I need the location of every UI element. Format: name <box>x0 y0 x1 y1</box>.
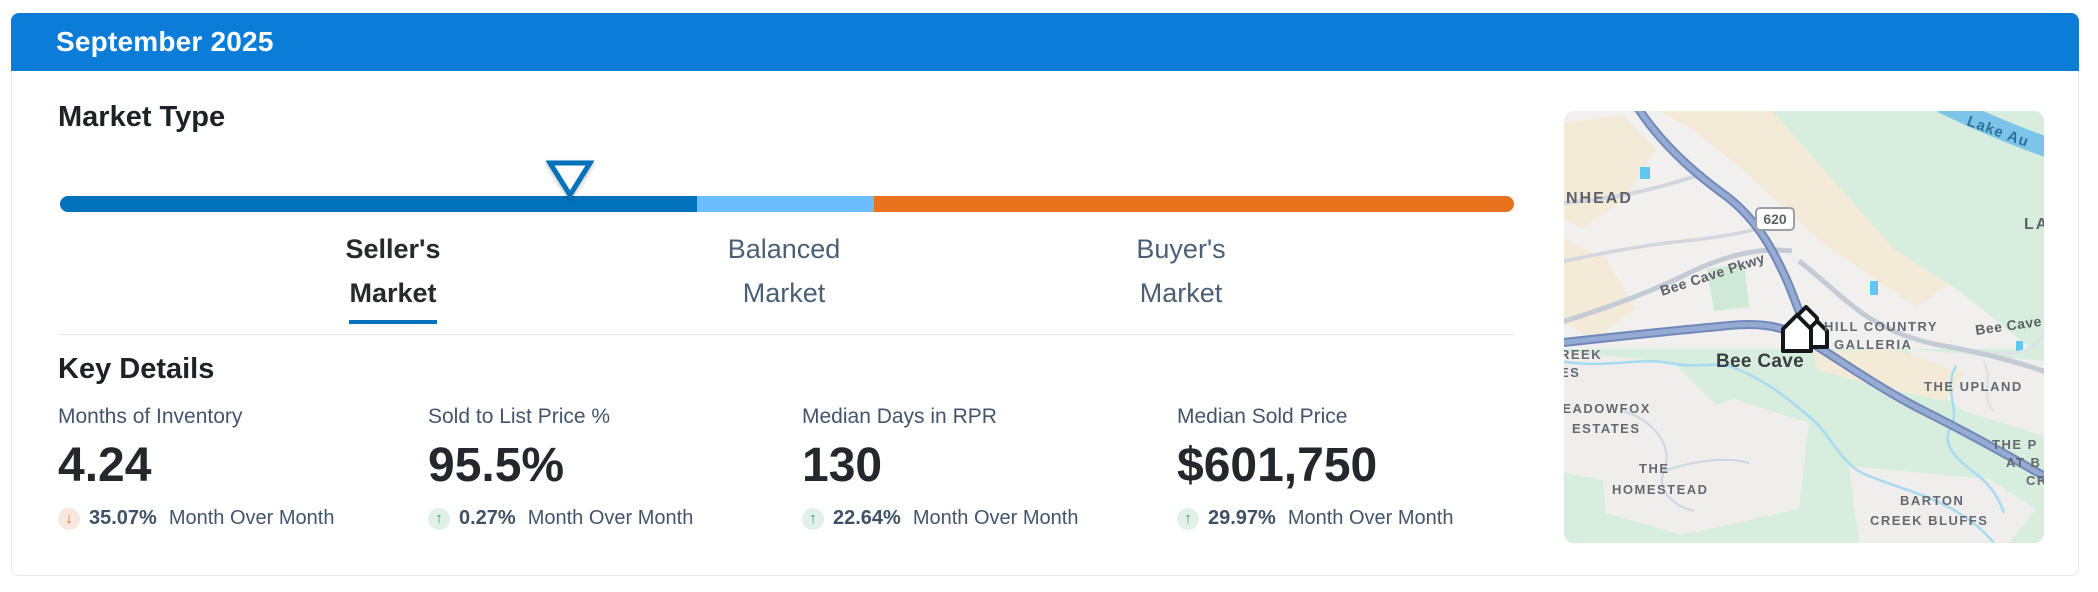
change-percent: 22.64% <box>833 507 901 529</box>
stat-value: 95.5% <box>428 439 565 492</box>
estates-label: ESTATES <box>1572 421 1641 436</box>
market-label-buyers: Buyer's Market <box>1136 234 1226 308</box>
stat-value: $601,750 <box>1177 439 1378 492</box>
stat-value: 130 <box>802 439 883 492</box>
stat-sold-to-list-price: Sold to List Price % 95.5% ↑ 0.27% Month… <box>428 405 788 530</box>
section-divider <box>58 334 1514 335</box>
cr-label: CR <box>2026 473 2044 488</box>
market-type-track <box>60 196 1514 212</box>
galleria-label: GALLERIA <box>1834 337 1912 352</box>
the-homestead-label-2: HOMESTEAD <box>1612 482 1709 497</box>
route-620-shield: 620 <box>1755 207 1795 231</box>
map-thumbnail[interactable]: 620 Lake Au NHEAD LA Bee Cave Pkwy HILL … <box>1564 111 2044 543</box>
report-month-title: September 2025 <box>56 26 274 57</box>
stat-median-days-in-rpr: Median Days in RPR 130 ↑ 22.64% Month Ov… <box>802 405 1162 530</box>
month-over-month-row: ↑ 29.97% Month Over Month <box>1177 507 1537 530</box>
stat-label: Median Sold Price <box>1177 405 1348 428</box>
stat-median-sold-price: Median Sold Price $601,750 ↑ 29.97% Mont… <box>1177 405 1537 530</box>
month-over-month-row: ↑ 22.64% Month Over Month <box>802 507 1162 530</box>
stat-label: Median Days in RPR <box>802 405 997 428</box>
balanced-market-segment <box>696 196 875 212</box>
svg-text:620: 620 <box>1763 211 1787 227</box>
change-period-label: Month Over Month <box>168 507 335 529</box>
change-percent: 0.27% <box>459 507 516 529</box>
stat-label: Months of Inventory <box>58 405 243 428</box>
hill-country-label: HILL COUNTRY <box>1824 319 1938 334</box>
market-position-marker-icon[interactable] <box>545 159 595 204</box>
market-type-slider <box>60 160 1514 212</box>
market-report-card: September 2025 Market Type Seller's Mark… <box>11 13 2079 576</box>
nhead-label: NHEAD <box>1566 190 1633 207</box>
meadowfox-label: MEADOWFOX <box>1564 401 1651 416</box>
change-percent: 35.07% <box>89 507 157 529</box>
market-trends-page: September 2025 Market Type Seller's Mark… <box>0 0 2098 592</box>
month-over-month-row: ↑ 0.27% Month Over Month <box>428 507 788 530</box>
the-homestead-label-1: THE <box>1639 461 1670 476</box>
change-period-label: Month Over Month <box>912 507 1079 529</box>
key-details-heading: Key Details <box>58 353 215 385</box>
seller-market-segment <box>60 196 697 212</box>
creek-bluffs-label: CREEK BLUFFS <box>1870 513 1988 528</box>
the-upland-label: THE UPLAND <box>1924 379 2023 394</box>
the-p-label: THE P <box>1992 437 2038 452</box>
trend-up-icon: ↑ <box>802 507 824 530</box>
at-b-label: AT B <box>2006 455 2041 470</box>
stat-label: Sold to List Price % <box>428 405 611 428</box>
market-type-heading: Market Type <box>58 101 226 133</box>
trend-up-icon: ↑ <box>428 507 450 530</box>
market-label-balanced: Balanced Market <box>727 234 841 308</box>
buyer-market-segment <box>874 196 1514 212</box>
trend-up-icon: ↑ <box>1177 507 1199 530</box>
stat-value: 4.24 <box>58 439 152 492</box>
trend-down-icon: ↓ <box>58 507 80 530</box>
la-label: LA <box>2024 216 2044 233</box>
change-period-label: Month Over Month <box>527 507 694 529</box>
creek-label: REEK <box>1564 347 1602 362</box>
stat-months-of-inventory: Months of Inventory 4.24 ↓ 35.07% Month … <box>58 405 418 530</box>
month-over-month-row: ↓ 35.07% Month Over Month <box>58 507 418 530</box>
es-label: ES <box>1564 365 1580 380</box>
card-header: September 2025 <box>11 13 2079 71</box>
change-period-label: Month Over Month <box>1287 507 1454 529</box>
change-percent: 29.97% <box>1208 507 1276 529</box>
barton-label: BARTON <box>1900 493 1964 508</box>
market-label-sellers: Seller's Market <box>263 227 523 324</box>
bee-cave-town-label: Bee Cave <box>1716 351 1804 372</box>
